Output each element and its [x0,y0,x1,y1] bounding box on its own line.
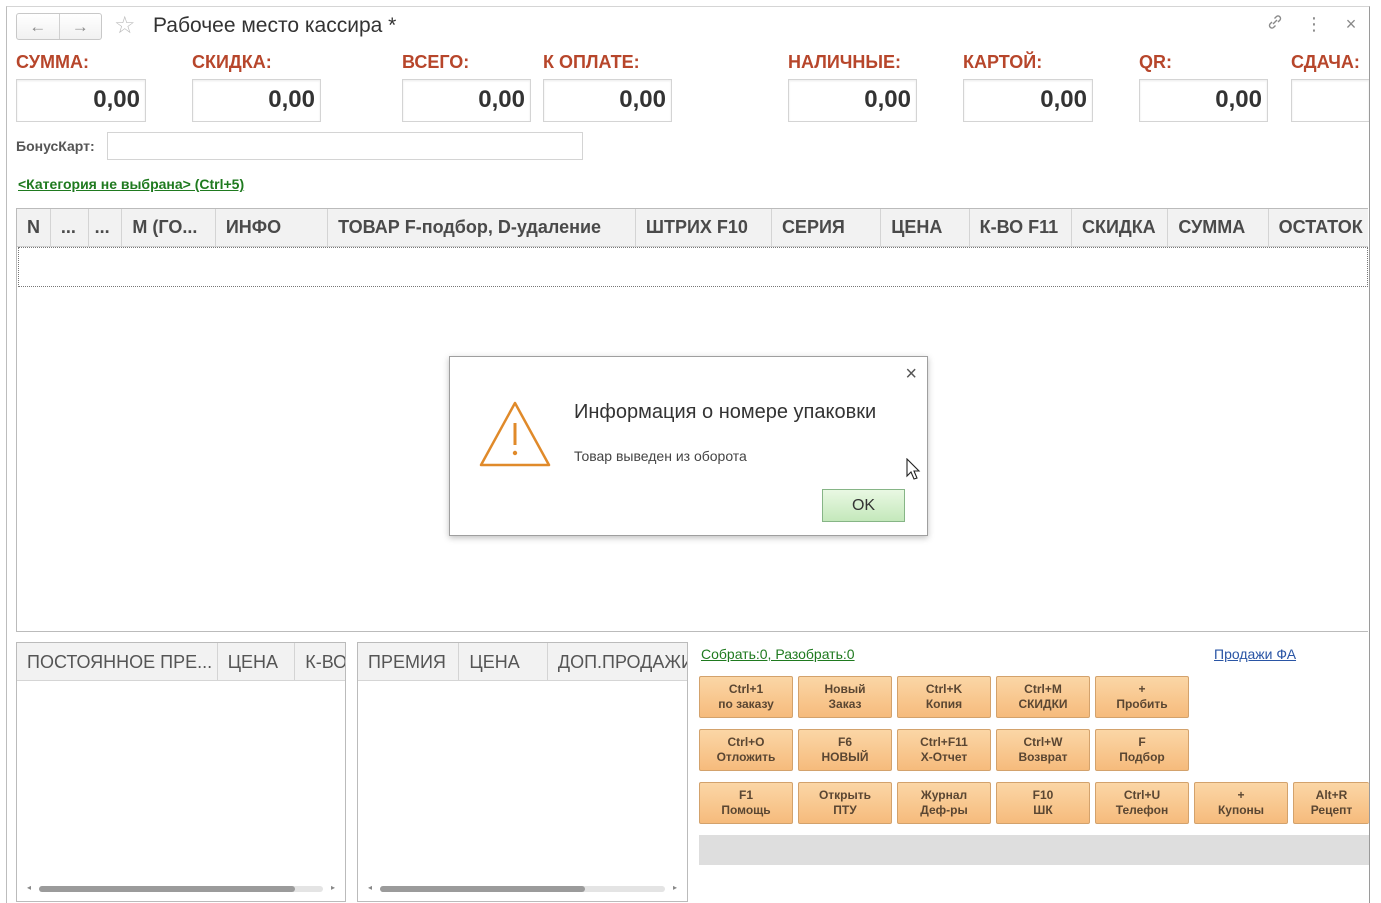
col-qty-left[interactable]: К-ВО [295,643,345,680]
dialog-message: Товар выведен из оборота [574,448,747,464]
new-order-button[interactable]: Новый Заказ [798,676,892,718]
horizontal-scrollbar[interactable]: ◂ ▸ [366,883,679,894]
to-pay-label: К ОПЛАТЕ: [543,52,640,72]
window-controls: ⋮ × [1267,14,1359,35]
selection-button[interactable]: F Подбор [1095,729,1189,771]
nav-buttons: ← → [16,13,102,40]
warning-icon [478,399,552,469]
mouse-cursor-icon [906,457,922,482]
change-field[interactable] [1291,79,1369,122]
sum-label: СУММА: [16,52,89,72]
qr-field[interactable]: 0,00 [1139,79,1268,122]
scroll-right-icon[interactable]: ▸ [331,883,335,892]
col-discount[interactable]: СКИДКА [1072,209,1169,246]
premium-header: ПРЕМИЯ ЦЕНА ДОП.ПРОДАЖИ [358,643,687,681]
col-extra-sales[interactable]: ДОП.ПРОДАЖИ [548,643,687,680]
col-product[interactable]: ТОВАР F-подбор, D-удаление [328,209,636,246]
total-label: ВСЕГО: [402,52,470,72]
card-label: КАРТОЙ: [963,52,1043,72]
status-strip [699,835,1369,865]
window-title: Рабочее место кассира * [153,14,397,37]
prescription-button[interactable]: Alt+R Рецепт [1293,782,1369,824]
premium-panel: ПРЕМИЯ ЦЕНА ДОП.ПРОДАЖИ ◂ ▸ [357,642,688,902]
col-qty[interactable]: К-ВО F11 [970,209,1072,246]
return-button[interactable]: Ctrl+W Возврат [996,729,1090,771]
permanent-bonus-header: ПОСТОЯННОЕ ПРЕ... ЦЕНА К-ВО [17,643,345,681]
dialog-close-icon[interactable]: × [905,363,917,386]
ok-button[interactable]: OK [822,489,905,522]
more-menu-icon[interactable]: ⋮ [1305,14,1323,35]
copy-button[interactable]: Ctrl+K Копия [897,676,991,718]
info-dialog: × Информация о номере упаковки Товар выв… [449,356,928,536]
link-icon[interactable] [1267,14,1283,35]
new-receipt-button[interactable]: F6 НОВЫЙ [798,729,892,771]
col-series[interactable]: СЕРИЯ [772,209,882,246]
bonus-card-input[interactable] [107,132,583,160]
card-field[interactable]: 0,00 [963,79,1093,122]
sales-fa-link[interactable]: Продажи ФА [1214,646,1296,662]
change-label: СДАЧА: [1291,52,1360,72]
coupons-button[interactable]: + Купоны [1194,782,1288,824]
dialog-title: Информация о номере упаковки [574,401,877,423]
close-icon[interactable]: × [1343,14,1359,35]
sum-field[interactable]: 0,00 [16,79,146,122]
favorite-star-icon[interactable]: ☆ [114,12,136,40]
col-premium[interactable]: ПРЕМИЯ [358,643,460,680]
postpone-button[interactable]: Ctrl+O Отложить [699,729,793,771]
open-ptu-button[interactable]: Открыть ПТУ [798,782,892,824]
discounts-button[interactable]: Ctrl+M СКИДКИ [996,676,1090,718]
checkout-button[interactable]: + Пробить [1095,676,1189,718]
horizontal-scrollbar[interactable]: ◂ ▸ [25,883,337,894]
col-barcode[interactable]: ШТРИХ F10 [636,209,772,246]
barcode-button[interactable]: F10 ШК [996,782,1090,824]
discount-label: СКИДКА: [192,52,272,72]
col-dots-1[interactable]: ... [51,209,89,246]
discount-field[interactable]: 0,00 [192,79,321,122]
x-report-button[interactable]: Ctrl+F11 Х-Отчет [897,729,991,771]
col-price-mid[interactable]: ЦЕНА [459,643,548,680]
total-field[interactable]: 0,00 [402,79,531,122]
bonus-card-label: БонусКарт: [16,138,95,154]
col-info[interactable]: ИНФО [216,209,329,246]
forward-arrow-icon[interactable]: → [58,14,102,39]
col-dots-2[interactable]: ... [89,209,123,246]
col-price-left[interactable]: ЦЕНА [218,643,296,680]
collect-disassemble-link[interactable]: Собрать:0, Разобрать:0 [701,646,855,662]
permanent-bonus-panel: ПОСТОЯННОЕ ПРЕ... ЦЕНА К-ВО ◂ ▸ [16,642,346,902]
scroll-left-icon[interactable]: ◂ [368,883,372,892]
phone-button[interactable]: Ctrl+U Телефон [1095,782,1189,824]
scroll-right-icon[interactable]: ▸ [673,883,677,892]
cash-field[interactable]: 0,00 [788,79,917,122]
back-arrow-icon[interactable]: ← [17,14,59,39]
category-link[interactable]: <Категория не выбрана> (Ctrl+5) [18,176,244,192]
defects-journal-button[interactable]: Журнал Деф-ры [897,782,991,824]
qr-label: QR: [1139,52,1172,72]
help-button[interactable]: F1 Помощь [699,782,793,824]
items-table-header: N ... ... М (ГО... ИНФО ТОВАР F-подбор, … [17,209,1368,247]
col-mark[interactable]: М (ГО... [122,209,216,246]
order-button[interactable]: Ctrl+1 по заказу [699,676,793,718]
col-permanent-bonus[interactable]: ПОСТОЯННОЕ ПРЕ... [17,643,218,680]
cash-label: НАЛИЧНЫЕ: [788,52,902,72]
col-sum[interactable]: СУММА [1168,209,1269,246]
to-pay-field[interactable]: 0,00 [543,79,672,122]
col-stock[interactable]: ОСТАТОК [1269,209,1368,246]
col-n[interactable]: N [17,209,51,246]
col-price[interactable]: ЦЕНА [881,209,970,246]
table-row[interactable] [18,247,1368,287]
scroll-left-icon[interactable]: ◂ [27,883,31,892]
